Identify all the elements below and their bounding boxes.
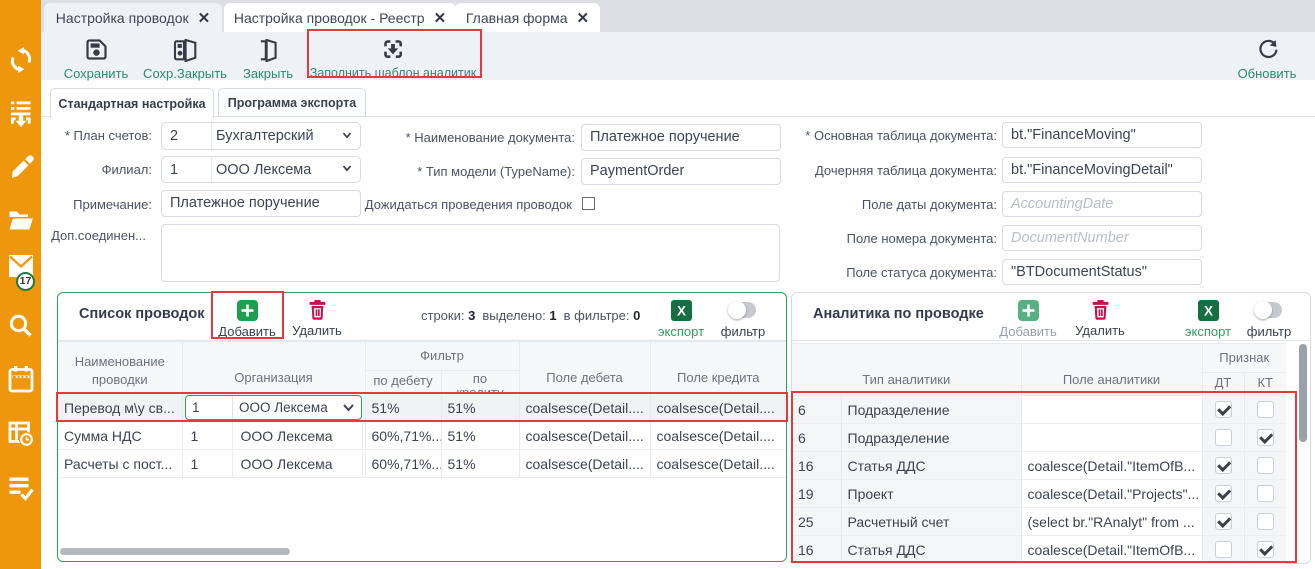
svg-text:X: X [1203, 304, 1212, 319]
svg-text:X: X [676, 304, 685, 319]
